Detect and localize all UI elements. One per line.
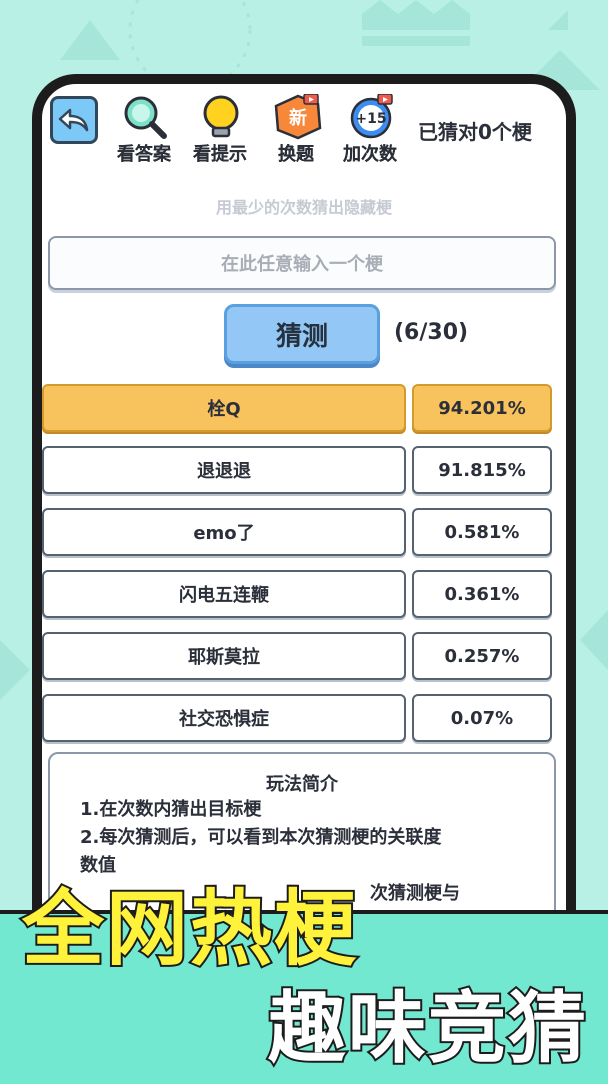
result-word: 社交恐惧症 bbox=[42, 694, 406, 742]
guessed-count-status: 已猜对0个梗 bbox=[418, 120, 532, 144]
magnifier-icon bbox=[122, 94, 167, 139]
result-percentage: 0.581% bbox=[412, 508, 552, 556]
instruction-text: 用最少的次数猜出隐藏梗 bbox=[215, 198, 392, 217]
back-arrow-icon bbox=[58, 108, 89, 132]
slogan-line-2: 趣味竞猜 bbox=[266, 982, 589, 1076]
back-button[interactable] bbox=[50, 96, 98, 144]
plus-fifteen-text: +15 bbox=[355, 111, 386, 127]
rules-line: 次猜测梗与 bbox=[370, 883, 460, 904]
add-attempts-button[interactable]: +15 加次数 bbox=[338, 93, 402, 170]
guess-input[interactable]: 在此任意输入一个梗 bbox=[48, 236, 556, 290]
result-row: emo了 0.581% bbox=[42, 508, 566, 558]
result-percentage: 0.361% bbox=[412, 570, 552, 618]
attempt-counter: (6/30) bbox=[394, 320, 469, 345]
result-percentage: 0.07% bbox=[412, 694, 552, 742]
result-word: 退退退 bbox=[42, 446, 406, 494]
view-hint-button[interactable]: 看提示 bbox=[188, 94, 252, 170]
rules-line: 1.在次数内猜出目标梗 bbox=[80, 799, 262, 820]
result-row: 退退退 91.815% bbox=[42, 446, 566, 496]
guess-button[interactable]: 猜测 bbox=[224, 304, 380, 364]
result-word: 闪电五连鞭 bbox=[42, 570, 406, 618]
result-word: 耶斯莫拉 bbox=[42, 632, 406, 680]
result-word: emo了 bbox=[42, 508, 406, 556]
result-row: 栓Q 94.201% bbox=[42, 384, 566, 434]
slogan-line-1: 全网热梗 bbox=[20, 880, 359, 979]
result-row: 闪电五连鞭 0.361% bbox=[42, 570, 566, 620]
add-attempts-label: 加次数 bbox=[343, 144, 397, 165]
toolbar: 看答案 看提示 新 换题 +15 加次数 已猜对0个梗 bbox=[42, 84, 566, 174]
rules-title: 玩法简介 bbox=[266, 774, 338, 795]
result-row: 社交恐惧症 0.07% bbox=[42, 694, 566, 744]
change-question-label: 换题 bbox=[278, 144, 314, 165]
view-answer-label: 看答案 bbox=[117, 144, 171, 165]
plus-fifteen-icon: +15 bbox=[348, 93, 393, 139]
new-badge-icon: 新 bbox=[274, 93, 322, 140]
rules-line: 2.每次猜测后，可以看到本次猜测梗的关联度 bbox=[80, 827, 442, 848]
new-badge-text: 新 bbox=[289, 107, 307, 129]
result-percentage: 0.257% bbox=[412, 632, 552, 680]
change-question-button[interactable]: 新 换题 bbox=[264, 93, 328, 170]
lightbulb-icon bbox=[198, 94, 242, 138]
view-answer-button[interactable]: 看答案 bbox=[112, 94, 176, 170]
result-percentage: 94.201% bbox=[412, 384, 552, 432]
result-word: 栓Q bbox=[42, 384, 406, 432]
view-hint-label: 看提示 bbox=[193, 144, 247, 165]
result-row: 耶斯莫拉 0.257% bbox=[42, 632, 566, 682]
game-screen: 看答案 看提示 新 换题 +15 加次数 已猜对0个梗 用最少的次数猜出隐藏梗 … bbox=[42, 84, 566, 944]
result-percentage: 91.815% bbox=[412, 446, 552, 494]
